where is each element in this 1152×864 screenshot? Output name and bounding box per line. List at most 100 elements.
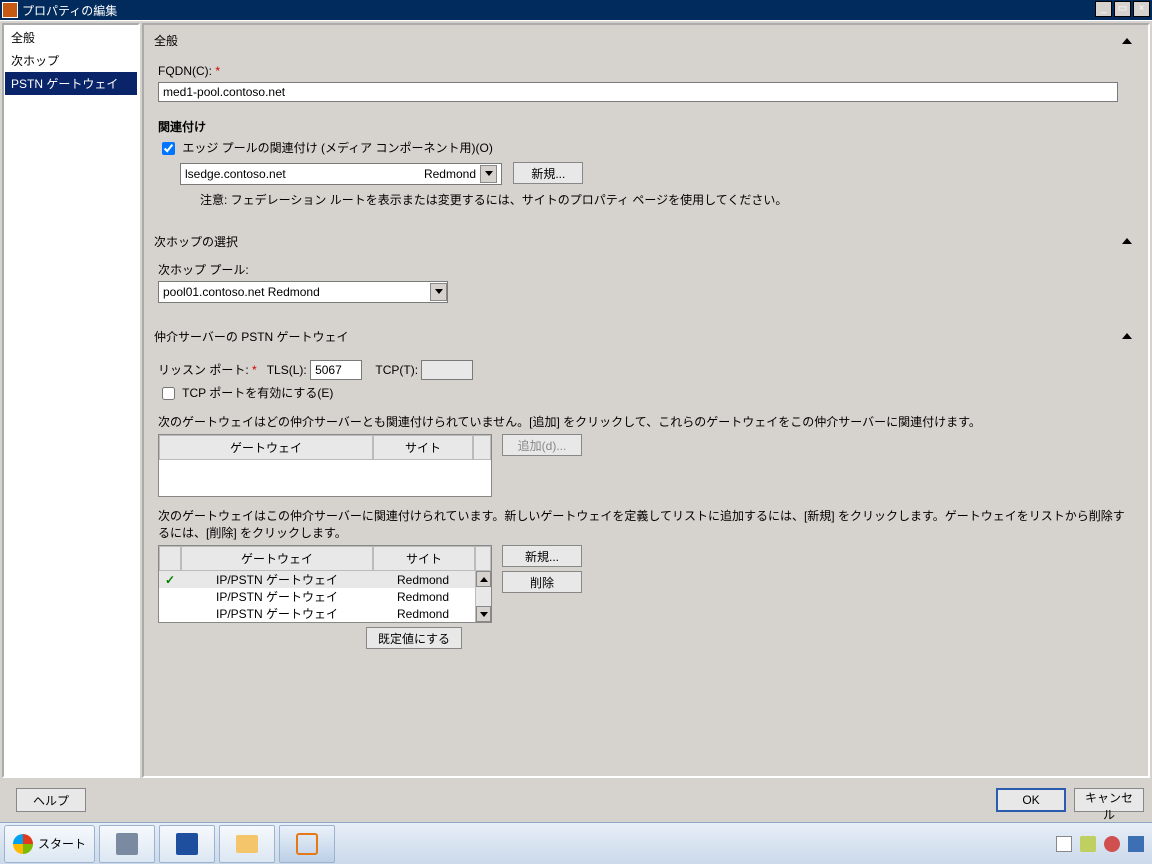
- federation-note: 注意: フェデレーション ルートを表示または変更するには、サイトのプロパティ ペ…: [200, 191, 1134, 208]
- network-icon[interactable]: [1104, 836, 1120, 852]
- taskbar-item-explorer[interactable]: [219, 825, 275, 863]
- edge-pool-select[interactable]: lsedge.contoso.net Redmond: [180, 163, 502, 185]
- section-body-pstn: リッスン ポート: * TLS(L): TCP(T): TCP ポートを有効にす…: [144, 352, 1148, 667]
- enable-tcp-label: TCP ポートを有効にする(E): [182, 386, 333, 400]
- site-cell: Redmond: [373, 590, 473, 604]
- minimize-button[interactable]: _: [1095, 1, 1112, 17]
- required-icon: *: [212, 64, 220, 78]
- section-header-general[interactable]: 全般: [144, 25, 1148, 56]
- section-header-nexthop[interactable]: 次ホップの選択: [144, 226, 1148, 257]
- volume-icon[interactable]: [1128, 836, 1144, 852]
- start-label: スタート: [38, 835, 86, 852]
- add-gateway-button[interactable]: 追加(d)...: [502, 434, 582, 456]
- chevron-down-icon: [480, 165, 497, 183]
- unassociated-desc: 次のゲートウェイはどの仲介サーバーとも関連付けられていません。[追加] をクリッ…: [158, 413, 1134, 430]
- listen-port-label: リッスン ポート:: [158, 363, 249, 377]
- unassociated-grid-body: [159, 460, 491, 496]
- site-cell: Redmond: [373, 607, 473, 621]
- col-site: サイト: [373, 435, 473, 460]
- fqdn-label: FQDN(C):: [158, 64, 212, 78]
- gateway-cell: IP/PSTN ゲートウェイ: [181, 605, 373, 622]
- section-title-nexthop: 次ホップの選択: [154, 233, 238, 250]
- associated-desc: 次のゲートウェイはこの仲介サーバーに関連付けられています。新しいゲートウェイを定…: [158, 507, 1134, 541]
- associated-grid-body: ✓ IP/PSTN ゲートウェイ Redmond IP/PSTN ゲートウェイ …: [159, 571, 475, 622]
- col-gateway: ゲートウェイ: [181, 546, 373, 571]
- table-row[interactable]: ✓ IP/PSTN ゲートウェイ Redmond: [159, 571, 475, 588]
- col-default: [159, 546, 181, 571]
- edge-pool-checkbox[interactable]: [162, 142, 175, 155]
- col-site: サイト: [373, 546, 475, 571]
- taskbar-item-powershell[interactable]: [159, 825, 215, 863]
- section-title-general: 全般: [154, 32, 178, 49]
- scroll-down-icon[interactable]: [476, 606, 491, 622]
- action-bar: ヘルプ OK キャンセル: [0, 780, 1152, 820]
- new-gateway-button[interactable]: 新規...: [502, 545, 582, 567]
- help-button[interactable]: ヘルプ: [16, 788, 86, 812]
- maximize-button[interactable]: ▭: [1114, 1, 1131, 17]
- col-gateway: ゲートウェイ: [159, 435, 373, 460]
- required-icon: *: [249, 363, 257, 377]
- edge-pool-value-left: lsedge.contoso.net: [185, 167, 286, 181]
- col-spacer: [473, 435, 491, 460]
- gateway-cell: IP/PSTN ゲートウェイ: [181, 571, 373, 588]
- make-default-button[interactable]: 既定値にする: [366, 627, 462, 649]
- cancel-button[interactable]: キャンセル: [1074, 788, 1144, 812]
- enable-tcp-checkbox[interactable]: [162, 387, 175, 400]
- nexthop-pool-label: 次ホップ プール:: [158, 261, 1134, 278]
- topology-icon: [296, 833, 318, 855]
- table-row[interactable]: IP/PSTN ゲートウェイ Redmond: [159, 588, 475, 605]
- window-buttons: _ ▭ ×: [1093, 1, 1150, 17]
- server-icon: [116, 833, 138, 855]
- collapse-icon: [1122, 238, 1132, 244]
- taskbar-item-topology[interactable]: [279, 825, 335, 863]
- section-body-general: FQDN(C): * 関連付け エッジ プールの関連付け (メディア コンポーネ…: [144, 56, 1148, 226]
- col-scroll: [475, 546, 491, 571]
- sidebar-item-general[interactable]: 全般: [5, 26, 137, 49]
- windows-icon: [13, 834, 33, 854]
- collapse-icon: [1122, 333, 1132, 339]
- edge-pool-value-right: Redmond: [424, 167, 476, 181]
- unassociated-gateways-grid[interactable]: ゲートウェイ サイト: [158, 434, 492, 497]
- collapse-icon: [1122, 38, 1132, 44]
- chevron-down-icon: [430, 283, 447, 301]
- window-title: プロパティの編集: [22, 2, 117, 19]
- edge-pool-checkbox-label: エッジ プールの関連付け (メディア コンポーネント用)(O): [182, 141, 492, 155]
- start-button[interactable]: スタート: [4, 825, 95, 863]
- tcp-label: TCP(T):: [375, 363, 418, 377]
- taskbar-item-server[interactable]: [99, 825, 155, 863]
- section-title-pstn: 仲介サーバーの PSTN ゲートウェイ: [154, 328, 349, 345]
- content-panel: 全般 FQDN(C): * 関連付け エッジ プールの関連付け (メディア コン…: [142, 23, 1150, 778]
- tcp-port-input: [421, 360, 473, 380]
- section-header-pstn[interactable]: 仲介サーバーの PSTN ゲートウェイ: [144, 321, 1148, 352]
- scroll-up-icon[interactable]: [476, 571, 491, 587]
- gateway-cell: IP/PSTN ゲートウェイ: [181, 588, 373, 605]
- taskbar: スタート: [0, 822, 1152, 864]
- flag-icon[interactable]: [1056, 836, 1072, 852]
- section-body-nexthop: 次ホップ プール: pool01.contoso.net Redmond: [144, 257, 1148, 321]
- client-area: 全般 次ホップ PSTN ゲートウェイ 全般 FQDN(C): * 関連付け エ…: [0, 20, 1152, 780]
- ok-button[interactable]: OK: [996, 788, 1066, 812]
- check-icon: ✓: [159, 573, 181, 587]
- new-edge-button[interactable]: 新規...: [513, 162, 583, 184]
- sidebar-item-nexthop[interactable]: 次ホップ: [5, 49, 137, 72]
- associated-gateways-grid[interactable]: ゲートウェイ サイト ✓ IP/PSTN ゲートウェイ Redmond: [158, 545, 492, 623]
- folder-icon: [236, 835, 258, 853]
- scrollbar[interactable]: [475, 571, 491, 622]
- system-tray: [1056, 836, 1152, 852]
- nexthop-pool-value: pool01.contoso.net Redmond: [163, 285, 320, 299]
- tray-icon[interactable]: [1080, 836, 1096, 852]
- assoc-header: 関連付け: [158, 120, 206, 134]
- tls-label: TLS(L):: [267, 363, 307, 377]
- sidebar: 全般 次ホップ PSTN ゲートウェイ: [2, 23, 140, 778]
- tls-port-input[interactable]: [310, 360, 362, 380]
- site-cell: Redmond: [373, 573, 473, 587]
- nexthop-pool-select[interactable]: pool01.contoso.net Redmond: [158, 281, 448, 303]
- delete-gateway-button[interactable]: 削除: [502, 571, 582, 593]
- close-button[interactable]: ×: [1133, 1, 1150, 17]
- sidebar-item-pstn[interactable]: PSTN ゲートウェイ: [5, 72, 137, 95]
- table-row[interactable]: IP/PSTN ゲートウェイ Redmond: [159, 605, 475, 622]
- title-bar: プロパティの編集 _ ▭ ×: [0, 0, 1152, 20]
- powershell-icon: [176, 833, 198, 855]
- fqdn-input[interactable]: [158, 82, 1118, 102]
- app-icon: [2, 2, 18, 18]
